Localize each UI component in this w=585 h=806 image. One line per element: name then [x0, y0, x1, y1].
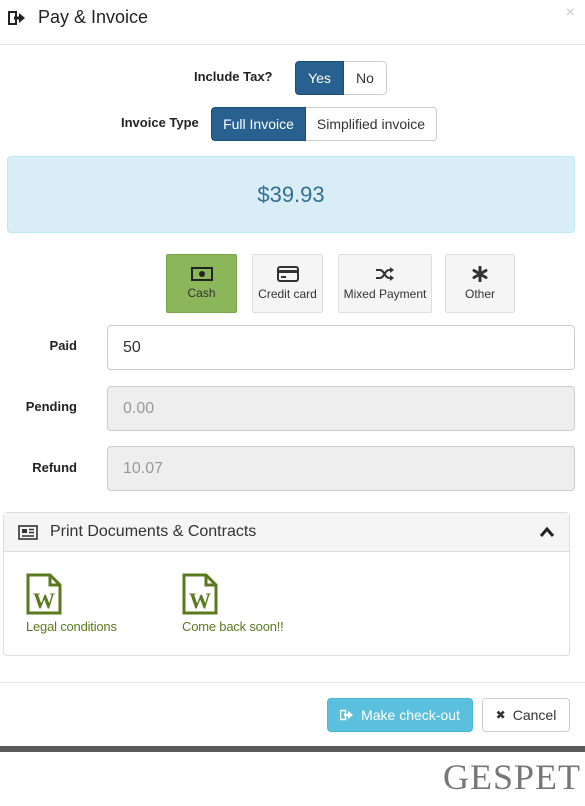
make-checkout-button[interactable]: Make check-out	[327, 698, 473, 732]
document-label: Legal conditions	[26, 619, 117, 634]
footer-divider	[0, 682, 585, 683]
close-button[interactable]: ×	[566, 4, 575, 22]
payment-mixed-label: Mixed Payment	[343, 287, 427, 301]
invoice-type-toggle: Full Invoice Simplified invoice	[211, 107, 437, 141]
sign-out-icon	[8, 11, 25, 25]
make-checkout-label: Make check-out	[361, 707, 460, 723]
modal-title: Pay & Invoice	[38, 7, 149, 27]
credit-card-icon	[276, 266, 299, 282]
document-come-back-soon[interactable]: W Come back soon!!	[182, 573, 284, 634]
simplified-invoice-button[interactable]: Simplified invoice	[306, 107, 437, 141]
svg-text:W: W	[33, 588, 55, 613]
refund-label: Refund	[32, 460, 77, 475]
asterisk-icon	[472, 266, 488, 282]
shuffle-icon	[376, 267, 394, 281]
full-invoice-button[interactable]: Full Invoice	[211, 107, 306, 141]
payment-cash-label: Cash	[187, 286, 216, 300]
sign-out-icon	[340, 709, 354, 721]
documents-panel-title: Print Documents & Contracts	[50, 523, 257, 540]
word-document-icon: W	[26, 573, 62, 615]
total-amount-box: $39.93	[7, 156, 575, 233]
newspaper-icon	[18, 525, 38, 540]
pending-label: Pending	[25, 399, 77, 414]
brand-logo: GESPET	[442, 757, 581, 797]
documents-panel-heading[interactable]: Print Documents & Contracts	[4, 513, 569, 552]
invoice-type-label: Invoice Type	[121, 115, 199, 130]
payment-mixed-button[interactable]: Mixed Payment	[338, 254, 432, 313]
svg-text:W: W	[189, 588, 211, 613]
cancel-button[interactable]: ✖ Cancel	[482, 698, 570, 732]
document-legal-conditions[interactable]: W Legal conditions	[26, 573, 117, 634]
payment-other-button[interactable]: Other	[445, 254, 515, 313]
bottom-bar	[0, 746, 585, 752]
refund-field: 10.07	[107, 446, 575, 491]
payment-credit-card-label: Credit card	[258, 287, 317, 301]
documents-panel: Print Documents & Contracts W Legal cond…	[3, 512, 570, 656]
payment-credit-card-button[interactable]: Credit card	[252, 254, 323, 313]
include-tax-toggle: Yes No	[295, 61, 387, 95]
total-amount: $39.93	[257, 181, 325, 207]
tax-no-button[interactable]: No	[344, 61, 387, 95]
payment-other-label: Other	[464, 287, 495, 301]
document-label: Come back soon!!	[182, 619, 284, 634]
payment-cash-button[interactable]: Cash	[166, 254, 237, 313]
cancel-label: Cancel	[512, 707, 557, 723]
money-icon	[190, 267, 213, 281]
tax-yes-button[interactable]: Yes	[295, 61, 344, 95]
pending-field: 0.00	[107, 386, 575, 431]
chevron-up-icon[interactable]	[539, 526, 555, 538]
include-tax-label: Include Tax?	[194, 69, 273, 84]
word-document-icon: W	[182, 573, 218, 615]
close-icon: ✖	[495, 708, 506, 722]
paid-label: Paid	[49, 338, 77, 353]
paid-input[interactable]: 50	[107, 325, 575, 370]
modal-header: Pay & Invoice ×	[0, 0, 585, 45]
